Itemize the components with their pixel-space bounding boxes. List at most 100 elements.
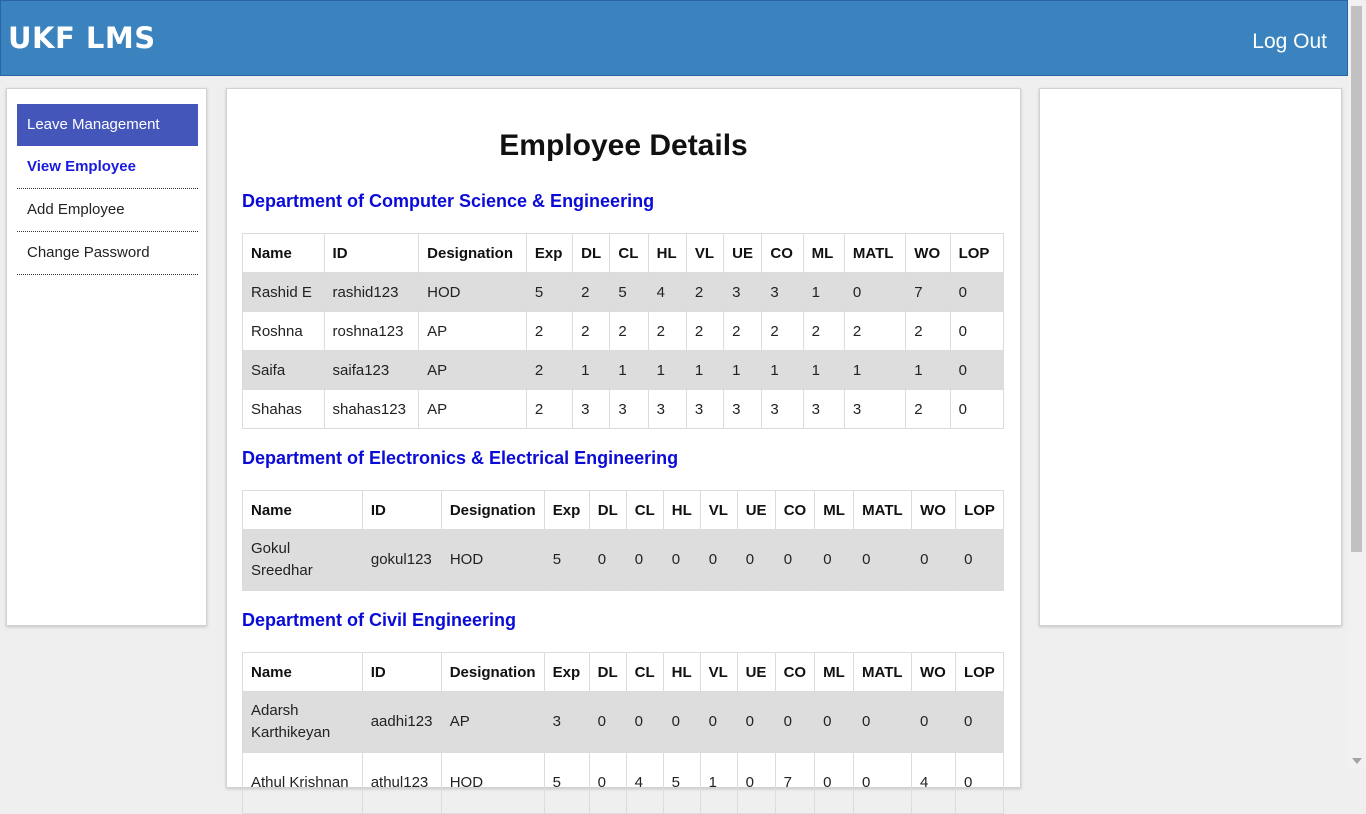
column-header: MATL bbox=[853, 652, 913, 692]
sidebar-item-add-employee[interactable]: Add Employee bbox=[17, 189, 198, 232]
column-header: MATL bbox=[853, 490, 913, 530]
table-cell: AP bbox=[418, 350, 527, 390]
table-cell: 0 bbox=[662, 529, 701, 591]
scroll-down-arrow-icon[interactable] bbox=[1352, 758, 1362, 764]
table-cell: 3 bbox=[802, 389, 845, 429]
table-cell: 7 bbox=[774, 752, 816, 814]
table-cell: 3 bbox=[723, 389, 763, 429]
table-cell: roshna123 bbox=[323, 311, 420, 351]
table-cell: 0 bbox=[853, 691, 913, 753]
column-header: DL bbox=[588, 490, 627, 530]
table-cell: 3 bbox=[723, 272, 763, 312]
table-cell: 5 bbox=[543, 752, 590, 814]
column-header: WO bbox=[911, 490, 957, 530]
page-scrollbar[interactable] bbox=[1348, 0, 1366, 768]
scrollbar-thumb[interactable] bbox=[1351, 6, 1362, 552]
department-title-eee: Department of Electronics & Electrical E… bbox=[242, 448, 679, 468]
table-cell: 3 bbox=[761, 272, 804, 312]
logout-link[interactable]: Log Out bbox=[1252, 30, 1327, 54]
table-cell: 5 bbox=[525, 272, 574, 312]
table-cell: AP bbox=[440, 691, 545, 753]
table-cell: Shahas bbox=[242, 389, 325, 429]
table-row: Athul Krishnan athul123 HOD 5 0 4 5 1 0 7 0 0 4 0 bbox=[242, 752, 1005, 814]
brand-logo[interactable]: UKF LMS bbox=[8, 21, 156, 55]
column-header: CO bbox=[774, 652, 816, 692]
sidebar-item-view-employee[interactable]: View Employee bbox=[17, 146, 198, 189]
column-header: ML bbox=[814, 652, 855, 692]
table-cell: 1 bbox=[843, 350, 907, 390]
table-cell: 2 bbox=[905, 311, 951, 351]
table-cell: 2 bbox=[723, 311, 763, 351]
table-cell: 0 bbox=[736, 752, 776, 814]
table-cell: 3 bbox=[543, 691, 590, 753]
table-cell: 2 bbox=[609, 311, 649, 351]
table-cell: 0 bbox=[843, 272, 907, 312]
table-cell: 1 bbox=[905, 350, 951, 390]
column-header: WO bbox=[911, 652, 956, 692]
sidebar: Leave Management View Employee Add Emplo… bbox=[6, 88, 207, 626]
column-header: DL bbox=[588, 652, 627, 692]
column-header: Designation bbox=[418, 233, 527, 273]
table-cell: 0 bbox=[911, 691, 956, 753]
column-header: VL bbox=[699, 490, 738, 530]
table-header-row: Name ID Designation Exp DL CL HL VL UE CO ML MATL WO… bbox=[242, 490, 1004, 530]
table-cell: 1 bbox=[802, 272, 845, 312]
column-header: CL bbox=[625, 652, 664, 692]
table-cell: HOD bbox=[440, 752, 545, 814]
table-cell: 0 bbox=[911, 529, 957, 591]
column-header: UE bbox=[736, 652, 776, 692]
top-navbar: UKF LMS Log Out bbox=[0, 0, 1348, 76]
table-cell: 0 bbox=[588, 529, 627, 591]
table-cell: 2 bbox=[905, 389, 951, 429]
table-cell: 0 bbox=[954, 691, 1005, 753]
table-cell: 3 bbox=[647, 389, 687, 429]
column-header: HL bbox=[662, 490, 701, 530]
sidebar-item-change-password[interactable]: Change Password bbox=[17, 232, 198, 275]
table-cell: 4 bbox=[911, 752, 956, 814]
table-cell: AP bbox=[418, 311, 527, 351]
column-header: CL bbox=[625, 490, 664, 530]
table-cell: 2 bbox=[525, 350, 574, 390]
table-cell: 2 bbox=[843, 311, 907, 351]
main-content: Employee Details Department of Computer … bbox=[226, 88, 1021, 814]
column-header: LOP bbox=[954, 652, 1005, 692]
table-cell: 1 bbox=[723, 350, 763, 390]
column-header: Exp bbox=[525, 233, 574, 273]
table-cell: 3 bbox=[685, 389, 725, 429]
right-panel bbox=[1039, 88, 1342, 626]
table-cell: 2 bbox=[802, 311, 845, 351]
table-cell: 3 bbox=[843, 389, 907, 429]
column-header: MATL bbox=[843, 233, 907, 273]
table-cell: Saifa bbox=[242, 350, 325, 390]
column-header: WO bbox=[905, 233, 951, 273]
table-cell: 0 bbox=[853, 529, 913, 591]
table-cell: 3 bbox=[609, 389, 649, 429]
table-cell: 0 bbox=[949, 311, 1005, 351]
table-cell: 2 bbox=[761, 311, 804, 351]
table-cell: saifa123 bbox=[323, 350, 420, 390]
table-cell: 0 bbox=[774, 691, 816, 753]
sidebar-item-leave-management[interactable]: Leave Management bbox=[17, 104, 198, 146]
table-cell: 0 bbox=[588, 752, 627, 814]
column-header: UE bbox=[723, 233, 763, 273]
column-header: ML bbox=[814, 490, 855, 530]
table-cell: 5 bbox=[543, 529, 590, 591]
column-header: VL bbox=[699, 652, 738, 692]
table-cell: 5 bbox=[609, 272, 649, 312]
employee-table-civil: Name ID Designation Exp DL CL HL VL UE CO ML MATL WO… bbox=[242, 652, 1005, 814]
table-cell: shahas123 bbox=[323, 389, 420, 429]
column-header: Name bbox=[242, 652, 363, 692]
table-cell: 0 bbox=[588, 691, 627, 753]
column-header: ML bbox=[802, 233, 845, 273]
table-cell: 2 bbox=[572, 311, 611, 351]
column-header: ID bbox=[361, 490, 442, 530]
table-cell: 5 bbox=[662, 752, 701, 814]
column-header: HL bbox=[662, 652, 701, 692]
table-cell: athul123 bbox=[361, 752, 442, 814]
table-cell: 1 bbox=[609, 350, 649, 390]
table-cell: 0 bbox=[699, 529, 738, 591]
table-cell: HOD bbox=[418, 272, 527, 312]
table-cell: 1 bbox=[647, 350, 687, 390]
table-cell: 1 bbox=[802, 350, 845, 390]
employee-table-eee: Name ID Designation Exp DL CL HL VL UE CO ML MATL WO… bbox=[242, 490, 1004, 591]
